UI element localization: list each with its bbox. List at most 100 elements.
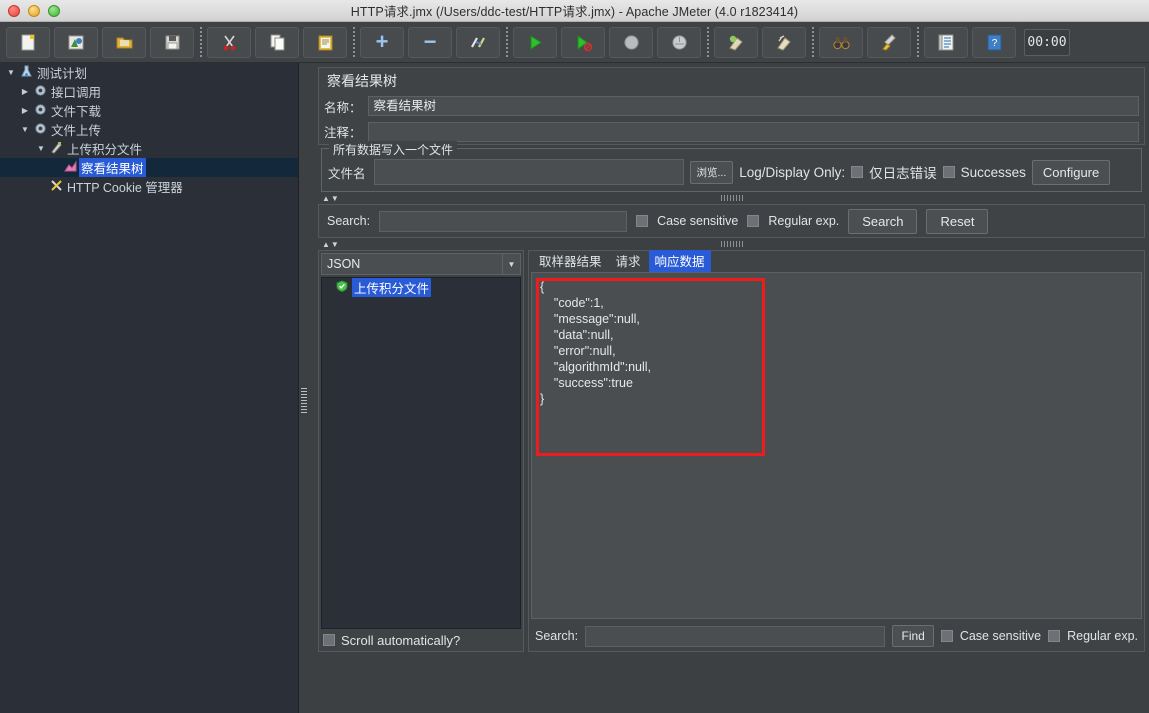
elapsed-timer: 00:00: [1024, 28, 1070, 56]
tree-node-label: 测试计划: [37, 67, 88, 81]
name-field-row: 名称： 察看结果树: [318, 93, 1145, 119]
open-button[interactable]: [102, 26, 146, 58]
tree-toggle-icon[interactable]: ▼: [34, 144, 48, 153]
play-icon: [530, 34, 542, 50]
copy-button[interactable]: [255, 26, 299, 58]
splitter-collapse-arrows-icon[interactable]: ▲▼: [318, 194, 340, 203]
tree-toggle-icon[interactable]: ▼: [18, 125, 32, 134]
list-item-label: 上传积分文件: [352, 278, 432, 297]
tree-node-file-download[interactable]: ▶ 文件下载: [0, 101, 298, 120]
response-data-viewer[interactable]: { "code":1, "message":null, "data":null,…: [531, 272, 1142, 619]
svg-text:?: ?: [991, 38, 997, 49]
splitter-grip[interactable]: [720, 195, 743, 201]
paste-button[interactable]: [303, 26, 347, 58]
play-no-timers-icon: [577, 34, 592, 51]
clear-icon: [728, 35, 743, 51]
tree-toggle-icon[interactable]: ▶: [18, 106, 32, 115]
comment-input[interactable]: [367, 121, 1139, 142]
tab-response-data[interactable]: 响应数据: [648, 249, 711, 272]
success-shield-icon: [336, 279, 348, 295]
splitter-collapse-arrows-icon[interactable]: ▲▼: [318, 240, 340, 249]
errors-only-checkbox[interactable]: [851, 166, 864, 178]
main-vertical-splitter[interactable]: [299, 63, 309, 713]
save-button[interactable]: [150, 26, 194, 58]
tree-node-label: HTTP Cookie 管理器: [67, 181, 183, 195]
tree-node-upload-points-file[interactable]: ▼ 上传积分文件: [0, 139, 298, 158]
top-horizontal-splitter[interactable]: ▲▼: [318, 192, 1145, 204]
thread-group-icon: [32, 122, 49, 137]
start-button[interactable]: [513, 26, 557, 58]
sampler-result-list[interactable]: 上传积分文件: [321, 277, 521, 629]
case-sensitive-label: Case sensitive: [657, 214, 739, 228]
splitter-grip[interactable]: [301, 388, 307, 414]
tab-request[interactable]: 请求: [610, 249, 647, 272]
search-button[interactable]: Search: [848, 208, 918, 234]
results-horizontal-splitter[interactable]: ▲▼: [318, 238, 1145, 250]
configure-button[interactable]: Configure: [1031, 159, 1111, 185]
start-no-timers-button[interactable]: [561, 26, 605, 58]
renderer-select-value: JSON: [327, 257, 361, 271]
toggle-button[interactable]: [456, 26, 500, 58]
shutdown-button[interactable]: [657, 26, 701, 58]
filename-label: 文件名: [328, 166, 366, 181]
toggle-icon: [470, 36, 485, 48]
new-button[interactable]: [6, 26, 50, 58]
top-search-bar: Search: Case sensitive Regular exp. Sear…: [318, 204, 1145, 238]
write-all-data-to-file-group: 所有数据写入一个文件 文件名 浏览... Log/Display Only: 仅…: [321, 141, 1142, 192]
bottom-regular-exp-label: Regular exp.: [1067, 629, 1138, 643]
function-helper-button[interactable]: [924, 26, 968, 58]
help-button[interactable]: ?: [972, 26, 1016, 58]
bottom-search-input[interactable]: [585, 625, 886, 647]
page-title: 察看结果树: [318, 67, 1145, 93]
test-plan-tree[interactable]: ▼ 测试计划 ▶ 接口调用 ▶ 文件下载 ▼ 文件上传 ▼ 上传积分文件 察看结…: [0, 63, 299, 713]
broom-icon: [881, 33, 896, 51]
scroll-automatically-row: Scroll automatically?: [319, 629, 523, 651]
tree-node-file-upload[interactable]: ▼ 文件上传: [0, 120, 298, 139]
tree-node-label: 文件下载: [51, 105, 102, 119]
file-group-legend: 所有数据写入一个文件: [329, 141, 458, 158]
new-file-icon: [21, 34, 34, 50]
regular-exp-checkbox[interactable]: [747, 215, 760, 227]
filename-row: 文件名 浏览... Log/Display Only: 仅日志错误 Succes…: [328, 159, 1135, 185]
reset-button[interactable]: Reset: [926, 208, 989, 234]
clear-all-button[interactable]: [762, 26, 806, 58]
cut-button[interactable]: [207, 26, 251, 58]
renderer-select[interactable]: JSON ▼: [321, 253, 521, 275]
search-input[interactable]: [379, 210, 628, 232]
collapse-all-button[interactable]: −: [408, 26, 452, 58]
templates-button[interactable]: [54, 26, 98, 58]
filename-input[interactable]: [373, 159, 684, 185]
copy-icon: [270, 34, 284, 50]
scroll-automatically-checkbox[interactable]: [323, 634, 335, 646]
main-toolbar: + − ? 00:00: [0, 22, 1149, 63]
bottom-regular-exp-checkbox[interactable]: [1048, 630, 1061, 642]
clear-all-icon: [776, 34, 791, 51]
chevron-down-icon[interactable]: ▼: [502, 254, 520, 274]
tab-sampler-result[interactable]: 取样器结果: [533, 249, 608, 272]
tree-toggle-icon[interactable]: ▼: [4, 68, 18, 77]
search-button[interactable]: [819, 26, 863, 58]
case-sensitive-checkbox[interactable]: [636, 215, 649, 227]
search-label: Search:: [327, 214, 371, 228]
browse-button[interactable]: 浏览...: [689, 160, 734, 184]
tree-node-interface-call[interactable]: ▶ 接口调用: [0, 82, 298, 101]
response-panel: 取样器结果 请求 响应数据 { "code":1, "message":null…: [528, 249, 1145, 652]
results-area: JSON ▼ 上传积分文件 Scroll automatically? 取样器结…: [318, 249, 1145, 652]
tree-node-label: 文件上传: [51, 124, 102, 138]
tree-node-http-cookie-manager[interactable]: HTTP Cookie 管理器: [0, 177, 298, 196]
reset-search-button[interactable]: [867, 26, 911, 58]
clear-button[interactable]: [714, 26, 758, 58]
tree-node-view-results-tree[interactable]: 察看结果树: [0, 158, 298, 177]
find-button[interactable]: Find: [892, 625, 934, 647]
stop-button[interactable]: [609, 26, 653, 58]
expand-all-button[interactable]: +: [360, 26, 404, 58]
splitter-grip[interactable]: [720, 241, 743, 247]
bottom-case-sensitive-checkbox[interactable]: [940, 630, 953, 642]
tree-toggle-icon[interactable]: ▶: [18, 87, 32, 96]
comment-label: 注释：: [324, 126, 362, 140]
response-tabs: 取样器结果 请求 响应数据: [529, 249, 1144, 272]
list-item[interactable]: 上传积分文件: [322, 278, 520, 297]
successes-checkbox[interactable]: [942, 166, 955, 178]
tree-node-test-plan[interactable]: ▼ 测试计划: [0, 63, 298, 82]
name-input[interactable]: 察看结果树: [367, 96, 1139, 116]
